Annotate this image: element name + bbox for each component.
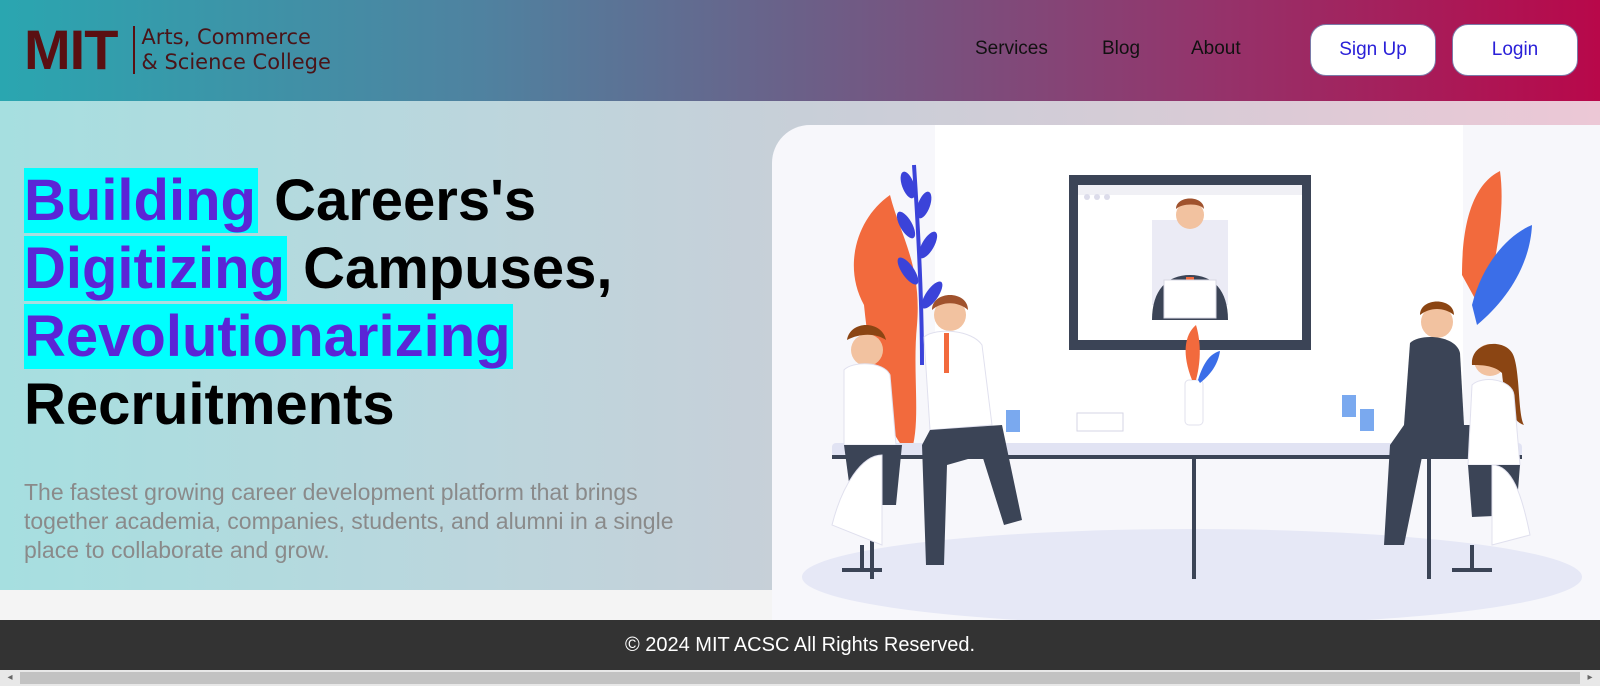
scroll-left-arrow-icon[interactable]: ◂: [2, 672, 18, 684]
hero-line-3: Revolutionarizing: [24, 303, 613, 371]
page-background-strip: [0, 590, 772, 620]
logo-college-name: Arts, Commerce & Science College: [141, 25, 330, 75]
horizontal-scrollbar[interactable]: ◂ ▸: [0, 670, 1600, 686]
sign-up-button[interactable]: Sign Up: [1310, 24, 1436, 76]
hero-heading: Building Careers's Digitizing Campuses, …: [24, 167, 613, 439]
college-logo[interactable]: MIT Arts, Commerce & Science College: [24, 22, 331, 78]
hero-subtitle: The fastest growing career development p…: [24, 479, 674, 563]
site-footer: © 2024 MIT ACSC All Rights Reserved.: [0, 620, 1600, 670]
highlight-digitizing: Digitizing: [24, 236, 287, 301]
nav-link-about[interactable]: About: [1191, 38, 1241, 60]
hero-line-2: Digitizing Campuses,: [24, 235, 613, 303]
nav-link-services[interactable]: Services: [975, 38, 1048, 60]
hero-line-1-rest: Careers's: [257, 168, 537, 233]
nav-link-blog[interactable]: Blog: [1102, 38, 1140, 60]
logo-line-1: Arts, Commerce: [141, 25, 311, 49]
hero-line-4: Recruitments: [24, 372, 395, 437]
logo-mark: MIT: [24, 18, 118, 81]
site-header: MIT Arts, Commerce & Science College Ser…: [0, 0, 1600, 101]
logo-divider: [133, 26, 136, 74]
highlight-building: Building: [24, 168, 258, 233]
scroll-right-arrow-icon[interactable]: ▸: [1582, 672, 1598, 684]
scrollbar-thumb[interactable]: [20, 672, 1580, 684]
hero-line-1: Building Careers's: [24, 167, 613, 235]
copyright-text: © 2024 MIT ACSC All Rights Reserved.: [624, 634, 976, 656]
meeting-illustration-graphic: [802, 125, 1582, 620]
highlight-revolutionarizing: Revolutionarizing: [24, 304, 513, 369]
logo-line-2: & Science College: [141, 50, 331, 74]
meeting-illustration: [772, 125, 1600, 620]
login-button[interactable]: Login: [1452, 24, 1578, 76]
hero-line-2-rest: Campuses,: [286, 236, 613, 301]
